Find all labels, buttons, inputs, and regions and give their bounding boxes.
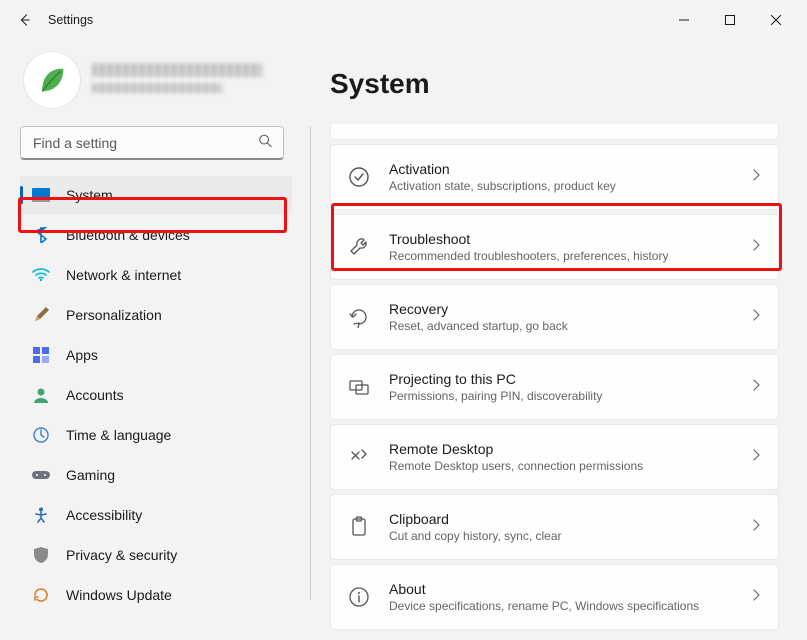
card-title: Recovery (389, 301, 732, 317)
accessibility-icon (32, 506, 50, 524)
chevron-right-icon (750, 448, 762, 466)
sidebar: System Bluetooth & devices Network & int… (0, 40, 300, 640)
window-title: Settings (48, 13, 93, 27)
wrench-icon (347, 235, 371, 259)
window-controls (661, 4, 799, 36)
profile-text (92, 63, 288, 97)
nav-label: Gaming (66, 467, 115, 483)
card-text: Remote Desktop Remote Desktop users, con… (389, 441, 732, 473)
nav-label: Time & language (66, 427, 171, 443)
nav-label: Privacy & security (66, 547, 177, 563)
chevron-right-icon (750, 238, 762, 256)
chevron-right-icon (750, 308, 762, 326)
close-button[interactable] (753, 4, 799, 36)
maximize-icon (725, 15, 735, 25)
profile-block[interactable] (20, 40, 292, 126)
nav-item-bluetooth[interactable]: Bluetooth & devices (20, 216, 292, 254)
chevron-right-icon (750, 168, 762, 186)
avatar (24, 52, 80, 108)
back-button[interactable] (8, 4, 40, 36)
minimize-icon (679, 15, 689, 25)
paintbrush-icon (32, 306, 50, 324)
person-icon (32, 386, 50, 404)
nav-label: Accessibility (66, 507, 142, 523)
main-panel: System Activation Activation state, subs… (300, 40, 807, 640)
remote-desktop-icon (347, 445, 371, 469)
nav-label: Windows Update (66, 587, 172, 603)
clock-globe-icon (32, 426, 50, 444)
card-title: Troubleshoot (389, 231, 732, 247)
wifi-icon (32, 266, 50, 284)
card-sub: Recommended troubleshooters, preferences… (389, 249, 732, 263)
nav-item-network[interactable]: Network & internet (20, 256, 292, 294)
nav-label: Accounts (66, 387, 124, 403)
card-text: Troubleshoot Recommended troubleshooters… (389, 231, 732, 263)
gamepad-icon (32, 466, 50, 484)
minimize-button[interactable] (661, 4, 707, 36)
card-activation[interactable]: Activation Activation state, subscriptio… (330, 144, 779, 210)
nav-label: Apps (66, 347, 98, 363)
nav-label: Personalization (66, 307, 162, 323)
card-remote-desktop[interactable]: Remote Desktop Remote Desktop users, con… (330, 424, 779, 490)
search-input[interactable] (20, 126, 284, 160)
nav-item-accessibility[interactable]: Accessibility (20, 496, 292, 534)
card-troubleshoot[interactable]: Troubleshoot Recommended troubleshooters… (330, 214, 779, 280)
card-text: Clipboard Cut and copy history, sync, cl… (389, 511, 732, 543)
card-title: Remote Desktop (389, 441, 732, 457)
nav-list: System Bluetooth & devices Network & int… (20, 176, 292, 614)
nav-item-accounts[interactable]: Accounts (20, 376, 292, 414)
nav-item-gaming[interactable]: Gaming (20, 456, 292, 494)
info-icon (347, 585, 371, 609)
nav-item-system[interactable]: System (20, 176, 292, 214)
maximize-button[interactable] (707, 4, 753, 36)
card-projecting[interactable]: Projecting to this PC Permissions, pairi… (330, 354, 779, 420)
chevron-right-icon (750, 378, 762, 396)
nav-item-privacy[interactable]: Privacy & security (20, 536, 292, 574)
bluetooth-icon (32, 226, 50, 244)
nav-item-apps[interactable]: Apps (20, 336, 292, 374)
chevron-right-icon (750, 588, 762, 606)
card-text: Projecting to this PC Permissions, pairi… (389, 371, 732, 403)
card-title: Activation (389, 161, 732, 177)
card-title: Projecting to this PC (389, 371, 732, 387)
card-sub: Permissions, pairing PIN, discoverabilit… (389, 389, 732, 403)
nav-label: Network & internet (66, 267, 181, 283)
card-text: Activation Activation state, subscriptio… (389, 161, 732, 193)
system-icon (32, 186, 50, 204)
card-stub-prev[interactable] (330, 124, 779, 140)
apps-icon (32, 346, 50, 364)
projecting-icon (347, 375, 371, 399)
recovery-icon (347, 305, 371, 329)
chevron-right-icon (750, 518, 762, 536)
page-heading: System (330, 68, 779, 100)
card-title: About (389, 581, 732, 597)
card-sub: Reset, advanced startup, go back (389, 319, 732, 333)
nav-label: System (66, 187, 113, 203)
card-sub: Activation state, subscriptions, product… (389, 179, 732, 193)
settings-cards: Activation Activation state, subscriptio… (330, 124, 779, 630)
clipboard-icon (347, 515, 371, 539)
close-icon (771, 15, 781, 25)
search-wrap (20, 126, 292, 160)
nav-item-windows-update[interactable]: Windows Update (20, 576, 292, 614)
card-sub: Cut and copy history, sync, clear (389, 529, 732, 543)
titlebar: Settings (0, 0, 807, 40)
scroll-divider (310, 126, 311, 600)
nav-label: Bluetooth & devices (66, 227, 190, 243)
checkmark-circle-icon (347, 165, 371, 189)
card-text: About Device specifications, rename PC, … (389, 581, 732, 613)
card-about[interactable]: About Device specifications, rename PC, … (330, 564, 779, 630)
card-sub: Device specifications, rename PC, Window… (389, 599, 732, 613)
nav-item-personalization[interactable]: Personalization (20, 296, 292, 334)
nav-item-time[interactable]: Time & language (20, 416, 292, 454)
shield-icon (32, 546, 50, 564)
arrow-left-icon (17, 13, 31, 27)
update-icon (32, 586, 50, 604)
card-title: Clipboard (389, 511, 732, 527)
card-clipboard[interactable]: Clipboard Cut and copy history, sync, cl… (330, 494, 779, 560)
leaf-icon (35, 63, 69, 97)
card-sub: Remote Desktop users, connection permiss… (389, 459, 732, 473)
card-recovery[interactable]: Recovery Reset, advanced startup, go bac… (330, 284, 779, 350)
card-text: Recovery Reset, advanced startup, go bac… (389, 301, 732, 333)
